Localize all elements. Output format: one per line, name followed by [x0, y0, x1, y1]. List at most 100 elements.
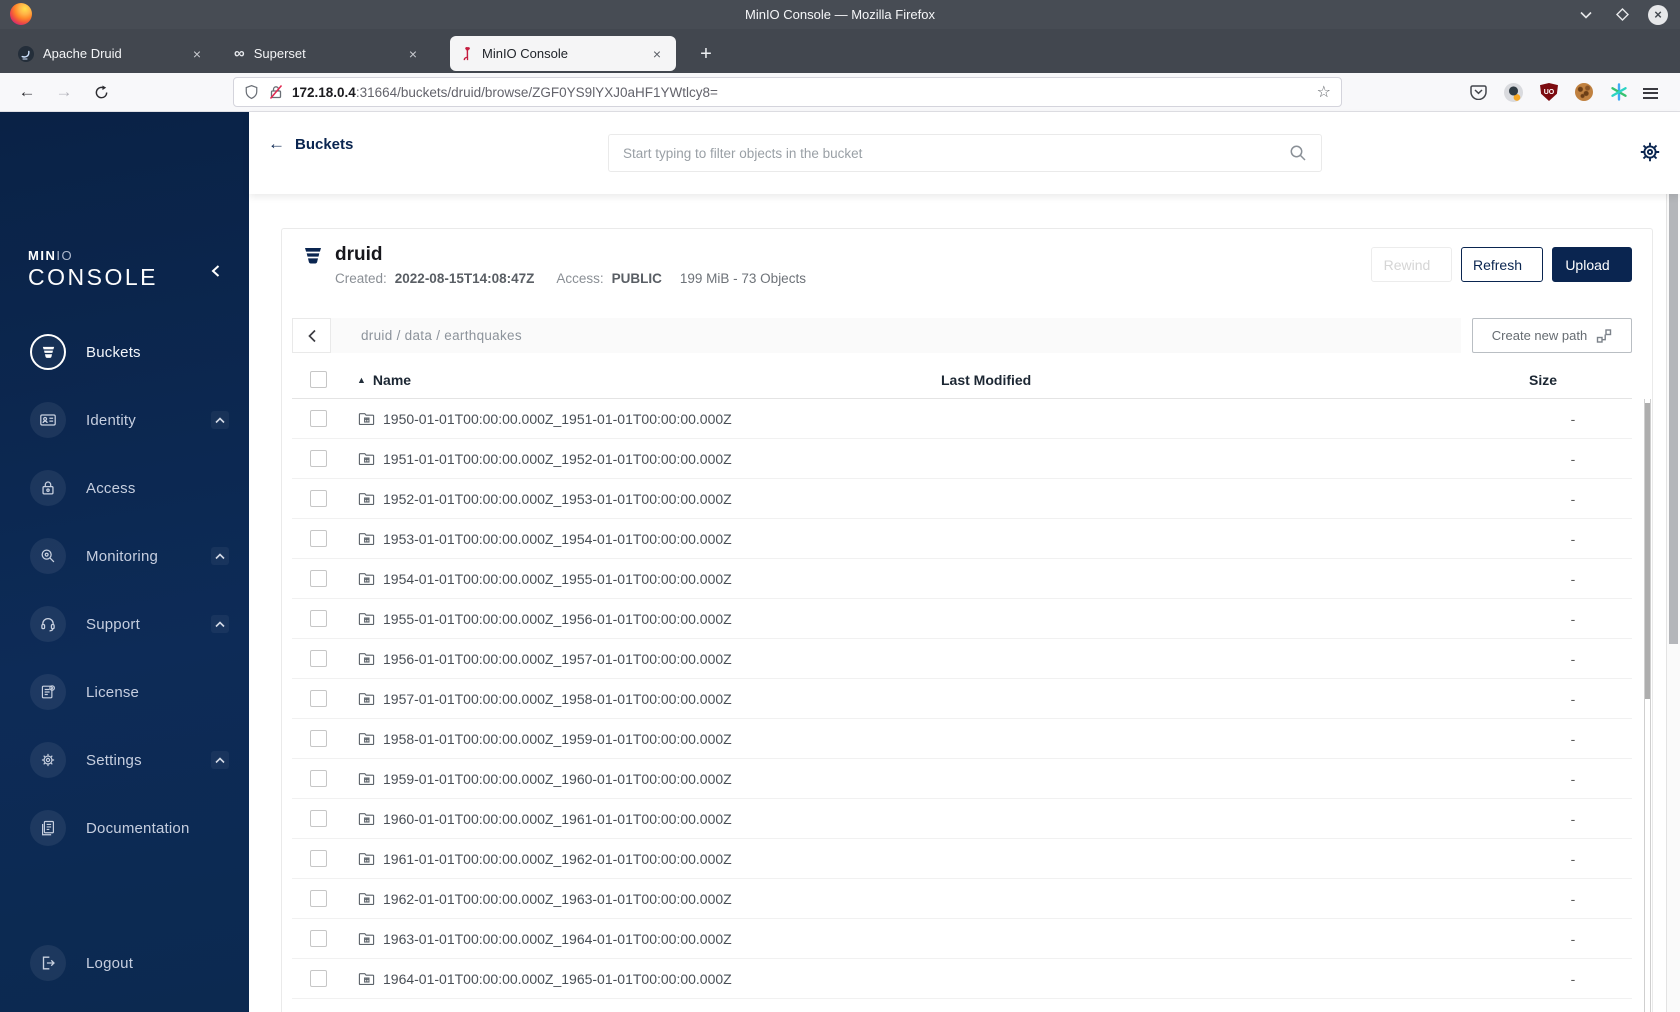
tab-minio-console-active[interactable]: MinIO Console ×: [450, 36, 676, 71]
tab-superset[interactable]: ∞ Superset ×: [224, 36, 432, 71]
sidebar-item-documentation[interactable]: Documentation: [0, 804, 249, 852]
ublock-origin-icon[interactable]: UO: [1537, 80, 1561, 104]
column-header-size[interactable]: Size: [1529, 372, 1557, 388]
create-new-path-button[interactable]: Create new path: [1472, 318, 1632, 353]
create-path-icon: [1597, 328, 1612, 343]
table-row[interactable]: 1951-01-01T00:00:00.000Z_1952-01-01T00:0…: [292, 439, 1632, 479]
row-checkbox[interactable]: [310, 410, 327, 427]
back-arrow-icon: ←: [268, 134, 285, 153]
row-checkbox[interactable]: [310, 490, 327, 507]
back-to-buckets-link[interactable]: ← Buckets: [268, 132, 353, 156]
table-row[interactable]: 1962-01-01T00:00:00.000Z_1963-01-01T00:0…: [292, 879, 1632, 919]
row-checkbox[interactable]: [310, 730, 327, 747]
sidebar-item-identity[interactable]: Identity: [0, 396, 249, 444]
gear-icon: [30, 742, 66, 778]
table-row[interactable]: 1955-01-01T00:00:00.000Z_1956-01-01T00:0…: [292, 599, 1632, 639]
menu-hamburger-icon[interactable]: [1643, 80, 1667, 104]
sidebar-item-settings[interactable]: Settings: [0, 736, 249, 784]
row-checkbox[interactable]: [310, 570, 327, 587]
row-checkbox[interactable]: [310, 890, 327, 907]
object-name: 1957-01-01T00:00:00.000Z_1958-01-01T00:0…: [383, 690, 732, 707]
row-checkbox[interactable]: [310, 610, 327, 627]
sidebar-item-license[interactable]: License: [0, 668, 249, 716]
bookmark-star-icon[interactable]: ☆: [1317, 82, 1331, 102]
upload-button[interactable]: Upload: [1552, 247, 1632, 282]
tab-close-icon[interactable]: ×: [404, 46, 422, 62]
folder-icon: [358, 893, 375, 906]
row-checkbox[interactable]: [310, 810, 327, 827]
pocket-icon[interactable]: [1466, 80, 1490, 104]
sidebar-item-monitoring[interactable]: Monitoring: [0, 532, 249, 580]
table-scrollbar[interactable]: [1644, 399, 1651, 1012]
new-tab-button[interactable]: +: [692, 40, 720, 68]
chevron-up-icon[interactable]: [211, 411, 229, 429]
chevron-up-icon[interactable]: [211, 547, 229, 565]
rewind-button[interactable]: Rewind: [1371, 247, 1452, 282]
sidebar-item-logout[interactable]: Logout: [0, 939, 249, 987]
sidebar-item-buckets[interactable]: Buckets: [0, 328, 249, 376]
sidebar-item-access[interactable]: Access: [0, 464, 249, 512]
browser-toolbar: ← → 172.18.0.4:31664/buckets/druid/brows…: [0, 73, 1680, 112]
object-filter-search[interactable]: [608, 134, 1322, 172]
row-checkbox[interactable]: [310, 770, 327, 787]
sidebar-item-support[interactable]: Support: [0, 600, 249, 648]
table-scrollbar-thumb[interactable]: [1645, 403, 1650, 699]
select-all-checkbox[interactable]: [310, 371, 327, 388]
table-row[interactable]: 1959-01-01T00:00:00.000Z_1960-01-01T00:0…: [292, 759, 1632, 799]
back-button[interactable]: ←: [12, 73, 42, 111]
table-row[interactable]: 1954-01-01T00:00:00.000Z_1955-01-01T00:0…: [292, 559, 1632, 599]
breadcrumb[interactable]: druid / data / earthquakes: [331, 318, 1461, 353]
table-row[interactable]: 1950-01-01T00:00:00.000Z_1951-01-01T00:0…: [292, 399, 1632, 439]
table-row[interactable]: 1958-01-01T00:00:00.000Z_1959-01-01T00:0…: [292, 719, 1632, 759]
chevron-up-icon[interactable]: [211, 751, 229, 769]
row-checkbox[interactable]: [310, 530, 327, 547]
cookie-extension-icon[interactable]: [1572, 80, 1596, 104]
object-name: 1963-01-01T00:00:00.000Z_1964-01-01T00:0…: [383, 930, 732, 947]
chevron-up-icon[interactable]: [211, 615, 229, 633]
tab-close-icon[interactable]: ×: [188, 46, 206, 62]
page-scrollbar-thumb[interactable]: [1669, 116, 1678, 644]
reload-button[interactable]: [86, 73, 116, 111]
sidebar-collapse-icon[interactable]: [204, 260, 226, 282]
object-name: 1959-01-01T00:00:00.000Z_1960-01-01T00:0…: [383, 770, 732, 787]
table-row[interactable]: 1953-01-01T00:00:00.000Z_1954-01-01T00:0…: [292, 519, 1632, 559]
tab-close-icon[interactable]: ×: [648, 46, 666, 62]
table-row[interactable]: 1960-01-01T00:00:00.000Z_1961-01-01T00:0…: [292, 799, 1632, 839]
row-checkbox[interactable]: [310, 970, 327, 987]
created-label: Created:: [335, 271, 387, 286]
row-checkbox[interactable]: [310, 650, 327, 667]
table-row[interactable]: 1964-01-01T00:00:00.000Z_1965-01-01T00:0…: [292, 959, 1632, 999]
sidebar-item-label: License: [86, 683, 140, 701]
column-header-name[interactable]: ▲ Name: [357, 372, 411, 388]
insecure-lock-icon[interactable]: [268, 84, 284, 100]
search-input[interactable]: [623, 145, 1289, 161]
object-name: 1962-01-01T00:00:00.000Z_1963-01-01T00:0…: [383, 890, 732, 907]
multiaccount-asterisk-icon[interactable]: [1607, 80, 1631, 104]
row-checkbox[interactable]: [310, 930, 327, 947]
console-settings-gear-icon[interactable]: [1636, 138, 1664, 166]
row-checkbox[interactable]: [310, 690, 327, 707]
page-scrollbar[interactable]: [1666, 113, 1680, 1012]
tab-apache-druid[interactable]: Apache Druid ×: [8, 36, 216, 71]
url-bar[interactable]: 172.18.0.4:31664/buckets/druid/browse/ZG…: [233, 77, 1342, 107]
maximize-button[interactable]: [1612, 5, 1632, 25]
table-row[interactable]: 1963-01-01T00:00:00.000Z_1964-01-01T00:0…: [292, 919, 1632, 959]
row-checkbox[interactable]: [310, 850, 327, 867]
table-row[interactable]: 1961-01-01T00:00:00.000Z_1962-01-01T00:0…: [292, 839, 1632, 879]
tab-label: MinIO Console: [482, 46, 568, 61]
column-header-last-modified[interactable]: Last Modified: [941, 372, 1031, 388]
folder-icon: [358, 853, 375, 866]
table-row[interactable]: 1952-01-01T00:00:00.000Z_1953-01-01T00:0…: [292, 479, 1632, 519]
row-checkbox[interactable]: [310, 450, 327, 467]
close-button[interactable]: ×: [1648, 4, 1668, 25]
minimize-button[interactable]: [1576, 5, 1596, 25]
table-row[interactable]: 1956-01-01T00:00:00.000Z_1957-01-01T00:0…: [292, 639, 1632, 679]
tracking-shield-icon[interactable]: [244, 84, 259, 100]
folder-icon: [358, 773, 375, 786]
forward-button[interactable]: →: [49, 73, 79, 111]
refresh-button[interactable]: Refresh: [1461, 247, 1543, 282]
privacy-extension-icon[interactable]: [1501, 80, 1525, 104]
table-row[interactable]: 1957-01-01T00:00:00.000Z_1958-01-01T00:0…: [292, 679, 1632, 719]
folder-icon: [358, 733, 375, 746]
path-back-button[interactable]: [292, 318, 331, 353]
